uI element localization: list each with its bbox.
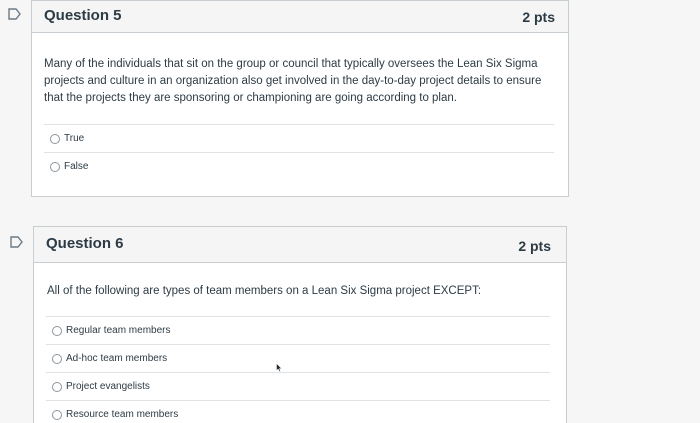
mouse-pointer-icon [276,363,282,372]
question-5: Question 5 2 pts Many of the individuals… [31,0,569,197]
answer-label: Project evangelists [66,381,150,392]
flag-icon[interactable] [10,236,24,248]
question-points: 2 pts [522,9,555,25]
answer-option[interactable]: False [44,152,554,180]
radio-button[interactable] [50,162,60,172]
radio-button[interactable] [52,410,62,420]
answer-option[interactable]: Ad-hoc team members [46,344,550,372]
radio-button[interactable] [52,354,62,364]
answer-option[interactable]: Project evangelists [46,372,550,400]
question-title: Question 5 [44,7,122,24]
question-header: Question 6 2 pts [34,227,566,263]
question-6: Question 6 2 pts All of the following ar… [33,226,567,423]
answer-label: False [64,161,89,172]
question-title: Question 6 [46,235,124,252]
quiz-page: Question 5 2 pts Many of the individuals… [0,0,700,423]
answer-option[interactable]: Regular team members [46,316,550,344]
question-text: Many of the individuals that sit on the … [44,58,542,104]
answer-label: True [64,133,85,144]
answer-label: Regular team members [66,325,171,336]
radio-button[interactable] [52,326,62,336]
answer-label: Ad-hoc team members [66,353,168,364]
question-text: All of the following are types of team m… [47,285,482,297]
answer-label: Resource team members [66,409,179,420]
radio-button[interactable] [50,134,60,144]
flag-icon[interactable] [8,8,22,20]
question-header: Question 5 2 pts [32,1,568,33]
answer-option[interactable]: Resource team members [46,400,550,423]
radio-button[interactable] [52,382,62,392]
question-points: 2 pts [518,238,551,254]
answer-option[interactable]: True [44,124,554,152]
